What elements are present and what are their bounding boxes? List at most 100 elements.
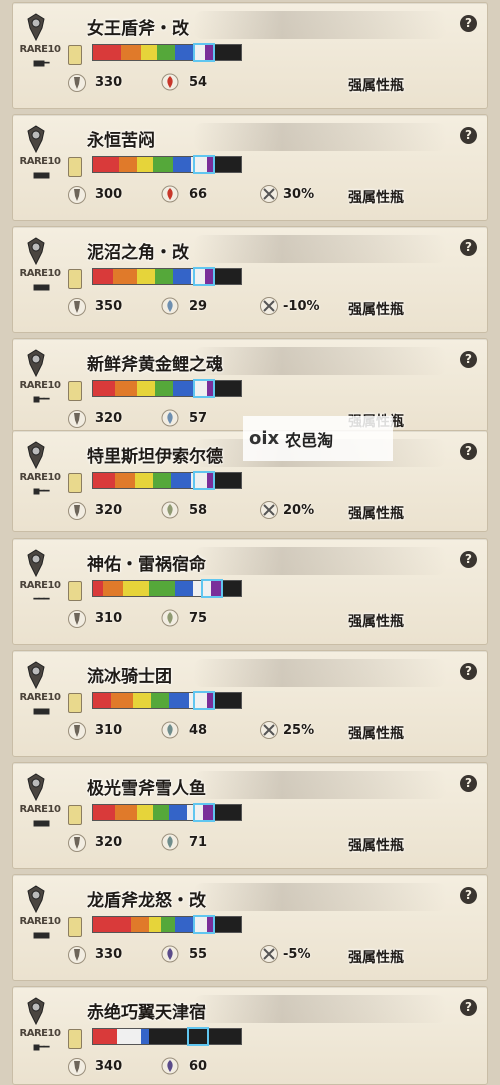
charge-blade-icon	[23, 349, 49, 378]
weapon-card[interactable]: RARE10 ■━━ 赤绝巧翼天津宿 ? 340 60	[12, 986, 488, 1085]
attack-icon	[68, 1058, 86, 1076]
sharpness-bar	[92, 155, 242, 174]
help-icon[interactable]: ?	[460, 663, 477, 680]
affinity-value: 20%	[283, 503, 315, 518]
sharpness-segment	[149, 581, 175, 596]
watermark: oix 农邑淘	[243, 416, 393, 461]
weapon-name: 永恒苦闷	[87, 131, 155, 151]
help-icon[interactable]: ?	[460, 999, 477, 1016]
element-icon	[161, 73, 179, 91]
sharpness-segment	[171, 473, 191, 488]
help-icon[interactable]: ?	[460, 15, 477, 32]
sharpness-bar	[92, 579, 242, 598]
weapon-card[interactable]: RARE10 ━━━ 神佑・雷祸宿命 ? 310 75 强属性瓶	[12, 538, 488, 645]
help-icon[interactable]: ?	[460, 775, 477, 792]
element-value: 71	[189, 835, 208, 850]
sharpness-cap	[193, 43, 215, 62]
sharpness-segment	[123, 581, 149, 596]
sharpness-segment	[93, 693, 111, 708]
help-icon[interactable]: ?	[460, 239, 477, 256]
charge-blade-icon	[23, 13, 49, 42]
sharpness-segment	[141, 1029, 149, 1044]
sharpness-segment	[119, 157, 137, 172]
weapon-card[interactable]: RARE10 ■■■ 龙盾斧龙怒・改 ? 330 55 -5% 强属性瓶	[12, 874, 488, 981]
element-value: 29	[189, 299, 208, 314]
deco-slots: ■■■	[33, 170, 49, 181]
sharpness-segment	[135, 473, 153, 488]
element-icon	[161, 609, 179, 627]
sharpness-segment	[175, 581, 193, 596]
sharpness-bar	[92, 803, 242, 822]
sharpness-icon	[68, 1029, 82, 1049]
element-value: 57	[189, 411, 208, 426]
affinity-icon	[260, 501, 278, 519]
help-icon[interactable]: ?	[460, 351, 477, 368]
affinity-icon	[260, 721, 278, 739]
weapon-card[interactable]: RARE10 ■■■ 流冰骑士团 ? 310 48 25% 强属性瓶	[12, 650, 488, 757]
sharpness-segment	[93, 581, 103, 596]
sharpness-cap	[193, 471, 215, 490]
deco-slots: ■■■	[33, 818, 49, 829]
attack-icon	[68, 186, 86, 204]
phial-type: 强属性瓶	[348, 726, 404, 742]
sharpness-segment	[173, 157, 191, 172]
weapon-card[interactable]: RARE10 ■■■ 极光雪斧雪人鱼 ? 320 71 强属性瓶	[12, 762, 488, 869]
rarity-label: RARE10	[19, 268, 61, 279]
deco-slots: ━━━	[33, 594, 49, 605]
sharpness-icon	[68, 45, 82, 65]
element-icon	[161, 945, 179, 963]
element-value: 54	[189, 75, 208, 90]
sharpness-segment	[93, 917, 131, 932]
sharpness-segment	[115, 473, 135, 488]
element-icon	[161, 501, 179, 519]
deco-slots: ■■■	[33, 282, 49, 293]
weapon-name: 流冰骑士团	[87, 667, 172, 687]
attack-icon	[68, 502, 86, 520]
watermark-text: 农邑淘	[285, 430, 334, 450]
element-value: 58	[189, 503, 208, 518]
element-value: 75	[189, 611, 208, 626]
attack-value: 350	[95, 299, 123, 314]
sharpness-cap	[193, 803, 215, 822]
charge-blade-icon	[23, 661, 49, 690]
weapon-card[interactable]: RARE10 ■■■ 泥沼之角・改 ? 350 29 -10% 强属性瓶	[12, 226, 488, 333]
sharpness-segment	[103, 581, 123, 596]
rarity-label: RARE10	[19, 580, 61, 591]
sharpness-segment	[141, 45, 157, 60]
attack-icon	[68, 74, 86, 92]
help-icon[interactable]: ?	[460, 887, 477, 904]
phial-type: 强属性瓶	[348, 190, 404, 206]
attack-value: 330	[95, 75, 123, 90]
sharpness-segment	[137, 381, 155, 396]
help-icon[interactable]: ?	[460, 551, 477, 568]
sharpness-segment	[131, 917, 149, 932]
sharpness-icon	[68, 157, 82, 177]
sharpness-bar	[92, 691, 242, 710]
help-icon[interactable]: ?	[460, 127, 477, 144]
sharpness-segment	[175, 45, 193, 60]
affinity-icon	[260, 297, 278, 315]
sharpness-segment	[149, 917, 161, 932]
element-value: 66	[189, 187, 208, 202]
element-icon	[161, 1057, 179, 1075]
element-icon	[161, 833, 179, 851]
weapon-card[interactable]: RARE10 ■■━ 女王盾斧・改 ? 330 54 强属性瓶	[12, 2, 488, 109]
attack-icon	[68, 722, 86, 740]
sharpness-bar	[92, 43, 242, 62]
charge-blade-icon	[23, 885, 49, 914]
sharpness-segment	[157, 45, 175, 60]
sharpness-cap	[193, 155, 215, 174]
element-icon	[161, 297, 179, 315]
weapon-card[interactable]: RARE10 ■■■ 永恒苦闷 ? 300 66 30% 强属性瓶	[12, 114, 488, 221]
sharpness-segment	[169, 693, 189, 708]
rarity-label: RARE10	[19, 1028, 61, 1039]
weapon-name: 女王盾斧・改	[87, 19, 189, 39]
affinity-value: -5%	[283, 947, 311, 962]
sharpness-icon	[68, 473, 82, 493]
sharpness-bar	[92, 379, 242, 398]
sharpness-cap	[193, 915, 215, 934]
weapon-name: 神佑・雷祸宿命	[87, 555, 206, 575]
help-icon[interactable]: ?	[460, 443, 477, 460]
sharpness-segment	[93, 269, 113, 284]
rarity-label: RARE10	[19, 472, 61, 483]
